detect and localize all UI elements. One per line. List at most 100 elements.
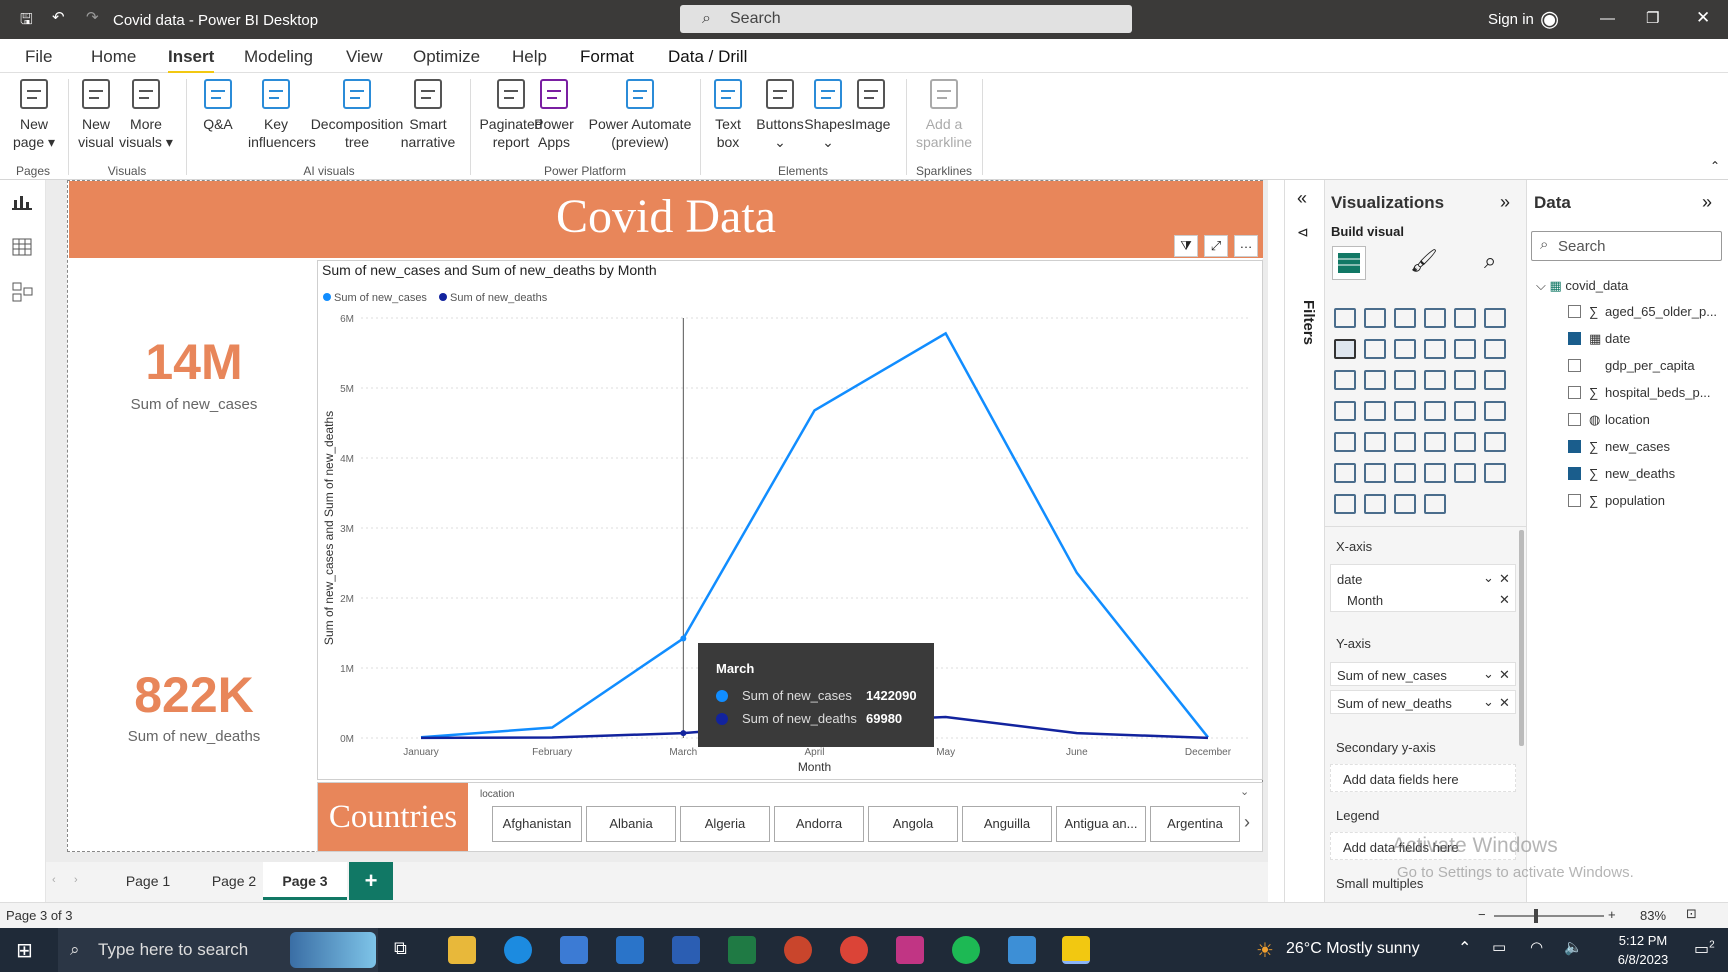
field-checkbox[interactable] [1568,413,1581,426]
clock-date[interactable]: 6/8/2023 [1608,952,1678,967]
menu-help[interactable]: Help [512,47,547,67]
viz-power-apps-icon[interactable] [1364,494,1386,514]
field-chevron-icon[interactable]: ⌄ [1483,666,1494,682]
field-checkbox[interactable] [1568,467,1581,480]
shapes-button[interactable]: Shapes ⌄ [802,77,854,151]
expand-filters-icon[interactable]: « [1297,188,1307,209]
field-gdp-per-capita[interactable]: gdp_per_capita [1568,358,1695,373]
viz-area-icon[interactable] [1364,339,1386,359]
photos-icon[interactable] [1008,936,1036,964]
slicer-item-1[interactable]: Albania [586,806,676,842]
menu-modeling[interactable]: Modeling [244,47,313,67]
new-visual-button[interactable]: New visual [74,77,118,151]
field-new-deaths[interactable]: ∑ new_deaths [1568,466,1675,481]
store-icon[interactable] [560,936,588,964]
viz-shape-map-icon[interactable] [1394,401,1416,421]
menu-format[interactable]: Format [580,47,634,67]
redo-icon[interactable]: ↷ [86,8,99,26]
add-page-button[interactable]: + [349,862,393,900]
menu-insert[interactable]: Insert [168,47,215,74]
expand-chevron-icon[interactable]: ⌵ [1536,278,1549,293]
field-population[interactable]: ∑ population [1568,493,1665,508]
format-visual-icon[interactable]: 🖌 [1410,248,1438,274]
slicer-item-0[interactable]: Afghanistan [492,806,582,842]
viz-multi-row-card-icon[interactable] [1334,432,1356,452]
menu-optimize[interactable]: Optimize [413,47,480,67]
volume-icon[interactable]: 🔈 [1564,938,1583,956]
collapse-viz-icon[interactable]: » [1500,192,1510,213]
viz-scrollbar[interactable] [1519,530,1524,746]
more-options-icon[interactable]: … [1234,235,1258,257]
viz-more-visuals-icon[interactable] [1424,494,1446,514]
viz-line-clustered-icon[interactable] [1454,339,1476,359]
viz-filled-map-icon[interactable] [1364,401,1386,421]
notifications-icon[interactable]: ▭2 [1694,939,1715,959]
slicer-item-3[interactable]: Andorra [774,806,864,842]
save-icon[interactable]: 🖫 [20,9,33,34]
field-checkbox[interactable] [1568,494,1581,507]
slicer-item-5[interactable]: Anguilla [962,806,1052,842]
viz-qa-icon[interactable] [1424,463,1446,483]
slicer-item-6[interactable]: Antigua an... [1056,806,1146,842]
tab-page-3[interactable]: Page 3 [263,862,347,900]
close-icon[interactable]: ✕ [1696,8,1710,28]
new-page-button[interactable]: New page ▾ [6,77,62,151]
viz-decomposition-tree-icon[interactable] [1394,463,1416,483]
restore-icon[interactable]: ❐ [1646,9,1659,27]
field-checkbox[interactable] [1568,359,1581,372]
remove-field-icon[interactable]: ✕ [1499,571,1510,587]
field-chevron-icon[interactable]: ⌄ [1483,694,1494,710]
viz-100-column-icon[interactable] [1484,308,1506,328]
zoom-in-icon[interactable]: + [1608,907,1616,922]
buttons-button[interactable]: Buttons ⌄ [752,77,808,151]
y-axis-field-1[interactable]: Sum of new_cases ⌄ ✕ [1330,662,1516,686]
table-covid-data[interactable]: ⌵ ▦ covid_data [1536,278,1628,294]
viz-pie-icon[interactable] [1424,370,1446,390]
slicer-item-7[interactable]: Argentina [1150,806,1240,842]
field-date[interactable]: ▦ date [1568,331,1630,347]
analytics-icon[interactable]: ⌕ [1484,248,1496,274]
sign-in-link[interactable]: Sign in [1488,11,1534,28]
viz-treemap-icon[interactable] [1484,370,1506,390]
key-influencers-button[interactable]: Key influencers [248,77,316,151]
field-checkbox[interactable] [1568,440,1581,453]
filters-pane-collapsed[interactable]: « ⊲ Filters [1284,180,1324,902]
viz-narrative-icon[interactable] [1454,463,1476,483]
image-button[interactable]: Image [848,77,894,133]
slicer-chevron-icon[interactable]: ⌄ [1240,785,1249,798]
slicer-next-icon[interactable]: › [1244,812,1250,833]
viz-map-icon[interactable] [1334,401,1356,421]
chrome-icon[interactable] [840,936,868,964]
viz-power-automate-icon[interactable] [1394,494,1416,514]
viz-matrix-icon[interactable] [1454,432,1476,452]
tray-up-icon[interactable]: ⌃ [1458,938,1471,958]
viz-stacked-area-icon[interactable] [1394,339,1416,359]
viz-gauge-icon[interactable] [1454,401,1476,421]
tab-prev-icon[interactable]: ‹ [52,874,56,886]
battery-icon[interactable]: ▭ [1492,938,1506,956]
task-view-icon[interactable]: ⧉ [394,938,407,959]
slicer-item-4[interactable]: Angola [868,806,958,842]
viz-scatter-icon[interactable] [1394,370,1416,390]
field-chevron-icon[interactable]: ⌄ [1483,570,1494,586]
clock-time[interactable]: 5:12 PM [1608,933,1678,948]
field-checkbox[interactable] [1568,305,1581,318]
viz-waterfall-icon[interactable] [1334,370,1356,390]
more-visuals-button[interactable]: More visuals ▾ [118,77,174,151]
menu-data-drill[interactable]: Data / Drill [668,47,747,67]
viz-azure-map-icon[interactable] [1424,401,1446,421]
excel-icon[interactable] [728,936,756,964]
power-bi-icon[interactable] [1062,936,1090,964]
viz-metrics-icon[interactable] [1484,463,1506,483]
viz-python-visual-icon[interactable] [1334,463,1356,483]
file-explorer-icon[interactable] [448,936,476,964]
build-visual-tab[interactable] [1332,246,1366,280]
viz-stacked-bar-icon[interactable] [1334,308,1356,328]
viz-stacked-column-icon[interactable] [1364,308,1386,328]
word-icon[interactable] [672,936,700,964]
report-view-icon[interactable] [12,194,32,210]
wifi-icon[interactable]: ◠ [1530,938,1543,956]
field-new-cases[interactable]: ∑ new_cases [1568,439,1670,454]
y-axis-field-2[interactable]: Sum of new_deaths ⌄ ✕ [1330,690,1516,714]
edge-icon[interactable] [504,936,532,964]
